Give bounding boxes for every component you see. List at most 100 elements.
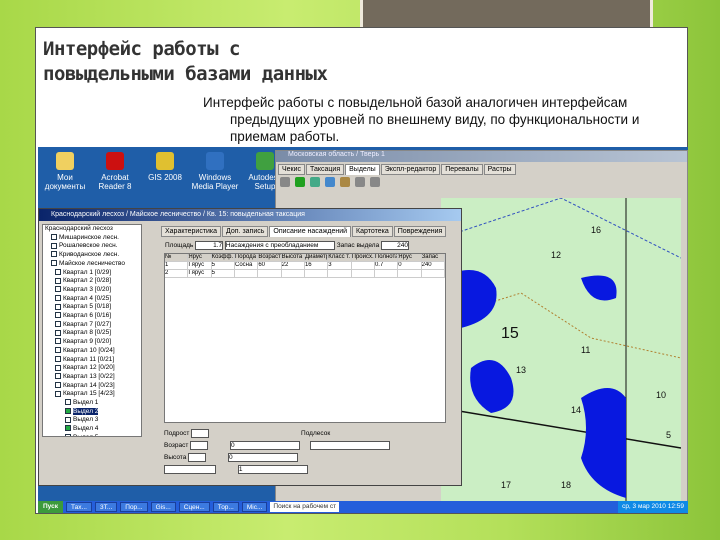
column-header[interactable]: Ярус [398, 254, 422, 261]
tab-taxation[interactable]: Картотека [352, 226, 393, 237]
zoom-out-icon[interactable] [370, 177, 380, 187]
tree-item[interactable]: Квартал 9 [0/20] [43, 338, 141, 347]
tree-item[interactable]: Выдел 1 [43, 399, 141, 408]
tab-taxation[interactable]: Характеристика [161, 226, 222, 237]
area-input[interactable]: 1.7 [195, 241, 224, 250]
tree-item[interactable]: Выдел 5 [43, 434, 141, 436]
desktop-search[interactable]: Поиск на рабочем ст [270, 502, 340, 512]
height-input[interactable] [188, 453, 207, 462]
tree-checkbox[interactable] [55, 381, 61, 388]
taskbar-button[interactable]: Пор... [120, 502, 148, 512]
species-select[interactable]: 0 [229, 441, 300, 450]
forest-tree[interactable]: Краснодарский лесхоз Мишаринское лесн. Рош… [42, 224, 142, 437]
tree-item[interactable]: Квартал 10 [0/24] [43, 347, 141, 356]
tree-checkbox[interactable] [55, 303, 61, 310]
desktop-icon[interactable]: Windows Media Player [190, 152, 240, 191]
tree-item[interactable]: Майское лесничество [43, 260, 141, 269]
column-header[interactable]: Порода [235, 254, 259, 261]
tree-checkbox[interactable] [55, 277, 61, 284]
tree-item[interactable]: Выдел 2 [43, 407, 141, 417]
tree-item[interactable]: Рошалевское лесн. [43, 242, 141, 251]
map-view[interactable]: 161512111413171810265 [441, 198, 681, 508]
taskbar-button[interactable]: Gis... [150, 502, 176, 512]
table-cell[interactable]: 0.7 [375, 262, 399, 269]
column-header[interactable]: Полнота [375, 254, 399, 261]
table-cell[interactable]: 16 [305, 262, 329, 269]
table-cell[interactable] [235, 270, 259, 277]
start-button[interactable]: Пуск [38, 501, 63, 513]
tab-gis[interactable]: Растры [483, 164, 516, 175]
taxation-window[interactable]: Краснодарский лесхоз / Майское лесничест… [38, 208, 462, 486]
desktop-icon[interactable]: GIS 2008 [140, 152, 190, 182]
tree-checkbox[interactable] [55, 355, 61, 362]
zoom-icon[interactable] [280, 177, 290, 187]
table-cell[interactable]: I ярус [188, 262, 212, 269]
tab-gis[interactable]: Экспл-редактор [380, 164, 441, 175]
tree-checkbox[interactable] [55, 390, 61, 397]
stand-table[interactable]: № Ярус Коэфф. Порода Возраст Высота Диаметр Кла… [164, 253, 446, 423]
tree-checkbox[interactable] [65, 408, 71, 415]
taskbar-button[interactable]: 3Т... [94, 502, 118, 512]
table-cell[interactable] [305, 270, 329, 277]
table-cell[interactable]: 5 [212, 262, 235, 269]
tree-item[interactable]: Выдел 3 [43, 416, 141, 425]
tree-checkbox[interactable] [51, 242, 57, 249]
table-cell[interactable]: Сосна [235, 262, 259, 269]
taskbar-button[interactable]: Mic... [241, 502, 268, 512]
tree-checkbox[interactable] [55, 373, 61, 380]
table-cell[interactable] [258, 270, 282, 277]
tree-item[interactable]: Квартал 6 [0/16] [43, 312, 141, 321]
table-cell[interactable] [352, 262, 375, 269]
table-row[interactable]: 2I ярус 5 [165, 270, 445, 278]
table-cell[interactable]: 1 [165, 262, 189, 269]
column-header[interactable]: Диаметр [305, 254, 329, 261]
tab-gis[interactable]: Перевалы [441, 164, 483, 175]
tree-item[interactable]: Квартал 4 [0/25] [43, 295, 141, 304]
tree-checkbox[interactable] [55, 294, 61, 301]
column-header[interactable]: Запас [422, 254, 445, 261]
zoom-in-icon[interactable] [355, 177, 365, 187]
table-cell[interactable]: 2 [165, 270, 189, 277]
tree-item[interactable]: Выдел 4 [43, 425, 141, 434]
tree-checkbox[interactable] [65, 416, 71, 423]
table-cell[interactable] [282, 270, 305, 277]
age-input[interactable] [190, 441, 209, 450]
tree-item[interactable]: Криводанское лесн. [43, 251, 141, 260]
undergrowth-input[interactable] [191, 429, 210, 438]
table-cell[interactable]: 0 [398, 262, 422, 269]
species-select[interactable]: 0 [227, 453, 298, 462]
tree-item[interactable]: Квартал 8 [0/25] [43, 329, 141, 338]
table-cell[interactable]: 22 [282, 262, 305, 269]
search-icon[interactable] [310, 177, 320, 187]
taskbar-button[interactable]: Тор... [212, 502, 239, 512]
undergrowth-select[interactable] [164, 465, 216, 474]
tab-gis[interactable]: Таксация [306, 164, 345, 175]
table-cell[interactable] [328, 270, 352, 277]
table-cell[interactable]: 60 [258, 262, 282, 269]
tree-item[interactable]: Квартал 3 [0/20] [43, 286, 141, 295]
table-cell[interactable]: 3 [328, 262, 352, 269]
tree-item[interactable]: Квартал 13 [0/22] [43, 373, 141, 382]
tab-gis[interactable]: Чекис [278, 164, 306, 175]
layer-icon[interactable] [295, 177, 305, 187]
table-cell[interactable]: 240 [422, 262, 445, 269]
tab-taxation[interactable]: Доп. запись [222, 226, 269, 237]
tree-checkbox[interactable] [55, 364, 61, 371]
tree-item[interactable]: Краснодарский лесхоз [43, 225, 141, 234]
tree-checkbox[interactable] [65, 434, 71, 436]
tree-checkbox[interactable] [55, 338, 61, 345]
desktop-icon[interactable]: Acrobat Reader 8 [90, 152, 140, 191]
tab-taxation[interactable]: Повреждения [393, 226, 447, 237]
table-row[interactable]: 1I ярус 5 Сосна 60 22 16 3 0.7 0 240 [165, 262, 445, 270]
taskbar-button[interactable]: Сцен... [178, 502, 210, 512]
tab-gis[interactable]: Выделы [345, 164, 380, 175]
tree-item[interactable]: Квартал 2 [0/28] [43, 277, 141, 286]
tree-checkbox[interactable] [51, 233, 57, 240]
tree-item[interactable]: Квартал 14 [0/23] [43, 382, 141, 391]
column-header[interactable]: Класс т. [328, 254, 352, 261]
tree-item[interactable]: Квартал 7 [0/27] [43, 321, 141, 330]
tree-item[interactable]: Квартал 11 [0/21] [43, 356, 141, 365]
column-header[interactable]: Возраст [258, 254, 282, 261]
table-cell[interactable] [352, 270, 375, 277]
select-icon[interactable] [340, 177, 350, 187]
